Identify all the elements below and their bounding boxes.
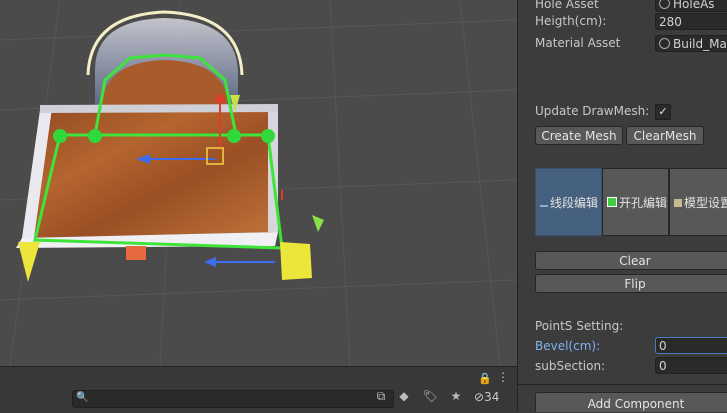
hole-asset-value: HoleAs [673, 0, 715, 11]
object-icon [659, 0, 670, 9]
star-icon[interactable]: ★ [446, 389, 466, 403]
points-setting-label: PointS Setting: [535, 319, 624, 333]
clear-mesh-button[interactable]: ClearMesh [626, 126, 704, 145]
material-asset-field[interactable]: Build_Ma [655, 35, 727, 52]
tag-icon[interactable]: 🏷 [420, 389, 440, 403]
flip-button[interactable]: Flip [535, 274, 727, 293]
tab-label: 线段编辑 [550, 196, 599, 210]
update-drawmesh-label: Update DrawMesh: [535, 104, 650, 118]
search-box[interactable]: 🔍 [72, 390, 394, 408]
height-label: Heigth(cm): [535, 14, 607, 28]
material-asset-value: Build_Ma [673, 37, 727, 51]
shapes-icon[interactable]: ◆ [394, 389, 414, 403]
lock-icon[interactable]: 🔒 [478, 372, 492, 385]
subsection-label: subSection: [535, 359, 606, 373]
divider [518, 384, 727, 385]
hole-asset-field[interactable]: HoleAs [655, 0, 727, 12]
hole-icon [607, 197, 617, 207]
search-icon: 🔍 [76, 392, 89, 403]
tab-label: 开孔编辑 [619, 196, 668, 210]
tab-model-settings[interactable]: 模型设置 [669, 168, 727, 236]
object-icon [659, 38, 670, 49]
scene-viewport[interactable] [0, 0, 517, 366]
segment-icon [540, 205, 548, 207]
back-wall-top [40, 104, 278, 113]
subsection-field[interactable]: 0 [655, 357, 727, 374]
eye-off-icon: ⊘ [474, 390, 485, 404]
inspector-panel: Hole Asset HoleAs Heigth(cm): 280 Materi… [517, 0, 727, 412]
scene-view[interactable] [0, 0, 517, 366]
add-component-button[interactable]: Add Component [535, 392, 727, 412]
clear-button[interactable]: Clear [535, 251, 727, 270]
bevel-field[interactable]: 0 [655, 337, 727, 354]
search-input[interactable] [89, 391, 384, 407]
height-field[interactable]: 280 [655, 13, 727, 30]
tab-label: 模型设置 [684, 196, 727, 210]
hole-marker [126, 246, 146, 260]
material-asset-label: Material Asset [535, 36, 621, 50]
scene-toolbar: 🔒 ⋮ 🔍 ⧉ ◆ 🏷 ★ ⊘34 [0, 366, 517, 413]
wood-floor [22, 108, 278, 238]
tab-segment-edit[interactable]: 线段编辑 [535, 168, 602, 236]
tab-hole-edit[interactable]: 开孔编辑 [602, 168, 669, 236]
scene-filter-icon[interactable]: ⧉ [371, 389, 391, 404]
model-icon [674, 199, 682, 207]
cone-right [280, 242, 312, 280]
update-drawmesh-checkbox[interactable]: ✓ [655, 104, 671, 120]
more-menu-icon[interactable]: ⋮ [497, 370, 509, 384]
create-mesh-button[interactable]: Create Mesh [535, 126, 623, 145]
visibility-count[interactable]: ⊘34 [474, 390, 499, 404]
visibility-count-label: 34 [484, 390, 500, 404]
bevel-label: Bevel(cm): [535, 339, 601, 353]
